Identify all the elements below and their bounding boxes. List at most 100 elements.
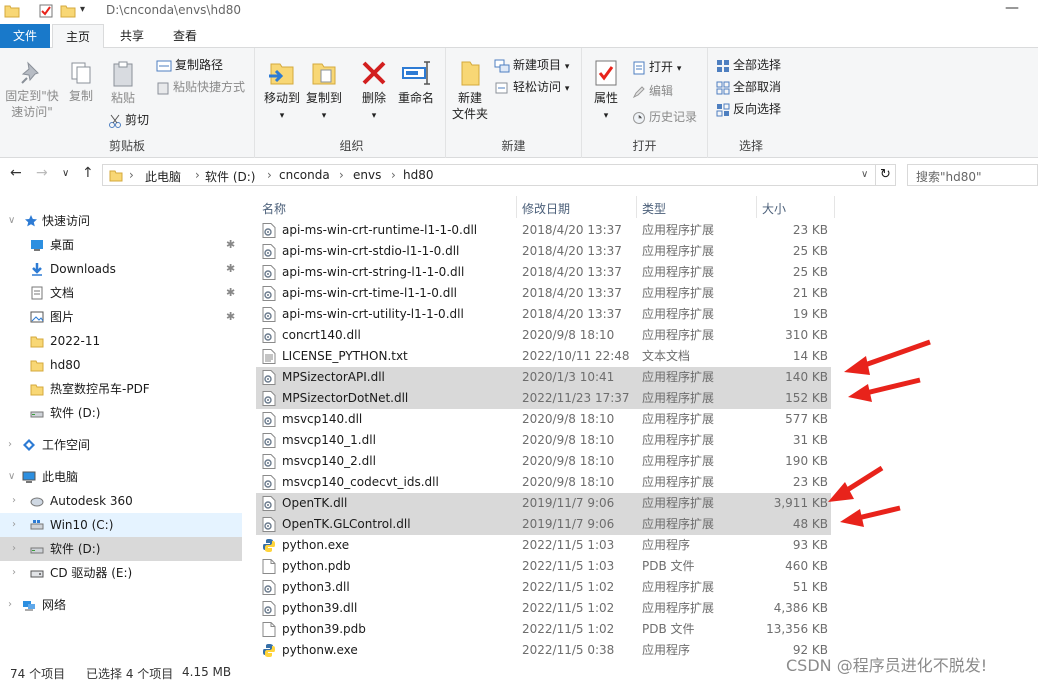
table-row[interactable]: pythonw.exe 2022/11/5 0:38 应用程序 92 KB: [256, 640, 831, 661]
sidebar-item-drive-d-quick[interactable]: 软件 (D:): [0, 401, 242, 425]
sidebar-item-documents[interactable]: 文档 ✱: [0, 281, 242, 305]
copy-button[interactable]: 复制: [62, 60, 100, 104]
copy-path-button[interactable]: 复制路径: [156, 56, 223, 74]
edit-button[interactable]: 编辑: [632, 82, 673, 100]
column-header-date[interactable]: 修改日期: [522, 200, 570, 217]
file-name: api-ms-win-crt-string-l1-1-0.dll: [282, 265, 465, 279]
refresh-icon[interactable]: ↻: [876, 164, 896, 186]
tab-share[interactable]: 共享: [108, 24, 156, 48]
delete-button[interactable]: 删除 ▾: [354, 58, 394, 124]
breadcrumb[interactable]: › 此电脑 › 软件 (D:) › cnconda › envs › hd80 …: [102, 164, 876, 186]
column-header-type[interactable]: 类型: [642, 200, 666, 217]
tab-view[interactable]: 查看: [160, 24, 210, 48]
table-row[interactable]: OpenTK.dll 2019/11/7 9:06 应用程序扩展 3,911 KB: [256, 493, 831, 514]
table-row[interactable]: OpenTK.GLControl.dll 2019/11/7 9:06 应用程序扩展…: [256, 514, 831, 535]
column-divider[interactable]: [756, 196, 757, 218]
sidebar-item-drive-c[interactable]: › Win10 (C:): [0, 513, 242, 537]
new-folder-button[interactable]: 新建 文件夹: [448, 58, 492, 122]
column-divider[interactable]: [636, 196, 637, 218]
sidebar-item-autodesk[interactable]: › Autodesk 360: [0, 489, 242, 513]
open-button[interactable]: 打开 ▾: [632, 58, 681, 76]
sidebar-item-drive-d[interactable]: › 软件 (D:): [0, 537, 242, 561]
expand-chevron-icon[interactable]: ∨: [8, 209, 15, 233]
paste-icon: [113, 61, 133, 87]
table-row[interactable]: python39.dll 2022/11/5 1:02 应用程序扩展 4,386 KB: [256, 598, 831, 619]
table-row[interactable]: concrt140.dll 2020/9/8 18:10 应用程序扩展 310 KB: [256, 325, 831, 346]
column-divider[interactable]: [834, 196, 835, 218]
sidebar-item-folder-2022-11[interactable]: 2022-11: [0, 329, 242, 353]
expand-chevron-icon[interactable]: ›: [12, 513, 16, 537]
up-arrow-icon[interactable]: ↑: [82, 165, 94, 181]
select-all-button[interactable]: 全部选择: [716, 56, 781, 74]
invert-selection-button[interactable]: 反向选择: [716, 100, 781, 118]
sidebar-item-folder-hd80[interactable]: hd80: [0, 353, 242, 377]
breadcrumb-item[interactable]: 此电脑: [145, 168, 181, 185]
forward-arrow-icon[interactable]: →: [36, 165, 48, 181]
expand-chevron-icon[interactable]: ∨: [8, 465, 15, 489]
breadcrumb-item[interactable]: cnconda: [279, 168, 330, 182]
recent-locations-chevron-icon[interactable]: ∨: [62, 168, 69, 179]
table-row[interactable]: api-ms-win-crt-stdio-l1-1-0.dll 2018/4/20…: [256, 241, 831, 262]
sidebar-item-network[interactable]: › 网络: [0, 593, 242, 617]
sidebar-item-cd-drive[interactable]: › CD 驱动器 (E:): [0, 561, 242, 585]
expand-chevron-icon[interactable]: ›: [8, 593, 12, 617]
properties-button[interactable]: 属性 ▾: [584, 58, 628, 124]
new-item-button[interactable]: 新建项目 ▾: [494, 56, 569, 74]
table-row[interactable]: python3.dll 2022/11/5 1:02 应用程序扩展 51 KB: [256, 577, 831, 598]
tab-file[interactable]: 文件: [0, 24, 50, 48]
table-row[interactable]: msvcp140_1.dll 2020/9/8 18:10 应用程序扩展 31 KB: [256, 430, 831, 451]
sidebar-label: 桌面: [50, 238, 75, 252]
rename-button[interactable]: 重命名: [396, 58, 436, 106]
table-row[interactable]: python39.pdb 2022/11/5 1:02 PDB 文件 13,356 K…: [256, 619, 831, 640]
table-row[interactable]: MPSizectorDotNet.dll 2022/11/23 17:37 应用程序…: [256, 388, 831, 409]
table-row[interactable]: api-ms-win-crt-time-l1-1-0.dll 2018/4/20 …: [256, 283, 831, 304]
breadcrumb-item[interactable]: hd80: [403, 168, 434, 182]
sidebar-item-desktop[interactable]: 桌面 ✱: [0, 233, 242, 257]
table-row[interactable]: api-ms-win-crt-utility-l1-1-0.dll 2018/4/…: [256, 304, 831, 325]
column-header-name[interactable]: 名称: [262, 200, 286, 217]
table-row[interactable]: api-ms-win-crt-string-l1-1-0.dll 2018/4/2…: [256, 262, 831, 283]
cut-button[interactable]: 剪切: [108, 111, 149, 129]
table-row[interactable]: python.pdb 2022/11/5 1:03 PDB 文件 460 KB: [256, 556, 831, 577]
paste-button[interactable]: 粘贴: [104, 60, 142, 106]
expand-chevron-icon[interactable]: ›: [12, 561, 16, 585]
new-folder-icon[interactable]: [60, 3, 76, 19]
copy-to-button[interactable]: 复制到 ▾: [304, 58, 344, 124]
column-divider[interactable]: [516, 196, 517, 218]
table-row[interactable]: python.exe 2022/11/5 1:03 应用程序 93 KB: [256, 535, 831, 556]
sidebar-label: CD 驱动器 (E:): [50, 566, 133, 580]
expand-chevron-icon[interactable]: ›: [8, 433, 12, 457]
expand-chevron-icon[interactable]: ›: [12, 537, 16, 561]
pin-quick-access-button[interactable]: 固定到"快 速访问": [2, 60, 62, 120]
table-row[interactable]: msvcp140_codecvt_ids.dll 2020/9/8 18:10 应用…: [256, 472, 831, 493]
history-button[interactable]: 历史记录: [632, 108, 697, 126]
breadcrumb-item[interactable]: 软件 (D:): [205, 168, 255, 185]
sidebar-item-folder-pdf[interactable]: 热室数控吊车-PDF: [0, 377, 242, 401]
table-row[interactable]: MPSizectorAPI.dll 2020/1/3 10:41 应用程序扩展 140…: [256, 367, 831, 388]
table-row[interactable]: msvcp140_2.dll 2020/9/8 18:10 应用程序扩展 190 KB: [256, 451, 831, 472]
minimize-button[interactable]: —: [1005, 0, 1019, 16]
search-input[interactable]: 搜索"hd80": [907, 164, 1038, 186]
file-size: 19 KB: [792, 307, 828, 321]
sidebar-item-quick-access[interactable]: ∨ 快速访问: [0, 209, 242, 233]
column-header-size[interactable]: 大小: [762, 200, 786, 217]
move-to-button[interactable]: 移动到 ▾: [262, 58, 302, 124]
easy-access-button[interactable]: 轻松访问 ▾: [494, 78, 569, 96]
back-arrow-icon[interactable]: ←: [10, 165, 22, 181]
sidebar-item-pictures[interactable]: 图片 ✱: [0, 305, 242, 329]
paste-shortcut-button[interactable]: 粘贴快捷方式: [156, 78, 245, 96]
table-row[interactable]: msvcp140.dll 2020/9/8 18:10 应用程序扩展 577 KB: [256, 409, 831, 430]
breadcrumb-sep-icon: ›: [129, 168, 134, 182]
table-row[interactable]: api-ms-win-crt-runtime-l1-1-0.dll 2018/4/…: [256, 220, 831, 241]
sidebar-item-downloads[interactable]: Downloads ✱: [0, 257, 242, 281]
sidebar-item-workspace[interactable]: › 工作空间: [0, 433, 242, 457]
breadcrumb-item[interactable]: envs: [353, 168, 381, 182]
properties-check-icon[interactable]: [38, 3, 54, 19]
tab-home[interactable]: 主页: [52, 24, 104, 48]
address-dropdown-icon[interactable]: ∨: [861, 169, 868, 180]
customize-toolbar-icon[interactable]: ▾: [80, 4, 85, 15]
sidebar-item-this-pc[interactable]: ∨ 此电脑: [0, 465, 242, 489]
expand-chevron-icon[interactable]: ›: [12, 489, 16, 513]
select-none-button[interactable]: 全部取消: [716, 78, 781, 96]
table-row[interactable]: LICENSE_PYTHON.txt 2022/10/11 22:48 文本文档 14…: [256, 346, 831, 367]
